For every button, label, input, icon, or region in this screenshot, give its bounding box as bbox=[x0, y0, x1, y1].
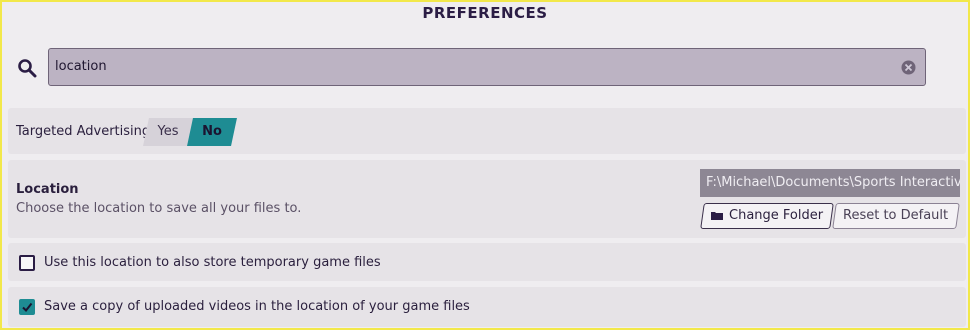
page-title: PREFERENCES bbox=[422, 4, 548, 22]
search-input-value: location bbox=[55, 59, 107, 74]
clear-icon[interactable] bbox=[901, 60, 916, 75]
preferences-window: PREFERENCES location Targeted Advertisin… bbox=[0, 0, 970, 330]
save-videos-option-row[interactable]: Save a copy of uploaded videos in the lo… bbox=[8, 287, 966, 327]
targeted-advertising-label: Targeted Advertising bbox=[16, 124, 151, 139]
change-folder-button[interactable]: Change Folder bbox=[700, 203, 834, 229]
reset-to-default-button[interactable]: Reset to Default bbox=[832, 203, 960, 229]
targeted-advertising-row: Targeted Advertising Yes No bbox=[8, 108, 966, 154]
save-videos-label: Save a copy of uploaded videos in the lo… bbox=[44, 299, 470, 314]
checkmark-icon bbox=[22, 302, 33, 313]
location-description: Choose the location to save all your fil… bbox=[16, 201, 302, 216]
temp-files-label: Use this location to also store temporar… bbox=[44, 255, 381, 270]
targeted-advertising-toggle[interactable]: Yes No bbox=[143, 118, 237, 146]
temp-files-option-row[interactable]: Use this location to also store temporar… bbox=[8, 243, 966, 281]
toggle-yes-option[interactable]: Yes bbox=[143, 118, 193, 146]
location-path-field: F:\Michael\Documents\Sports Interactiv..… bbox=[700, 169, 960, 197]
location-title: Location bbox=[16, 182, 79, 197]
folder-icon bbox=[711, 205, 723, 220]
location-row: Location Choose the location to save all… bbox=[8, 160, 966, 238]
temp-files-checkbox[interactable] bbox=[19, 255, 35, 271]
toggle-no-option[interactable]: No bbox=[187, 118, 237, 146]
save-videos-checkbox[interactable] bbox=[19, 299, 35, 315]
search-icon bbox=[17, 58, 37, 78]
search-input[interactable]: location bbox=[48, 48, 926, 86]
